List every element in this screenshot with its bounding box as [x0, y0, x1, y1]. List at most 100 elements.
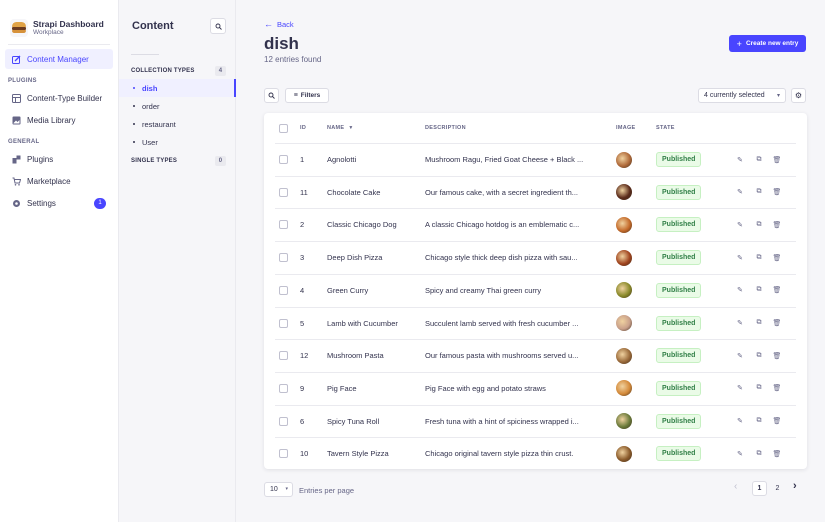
dish-image-thumbnail — [616, 347, 632, 364]
row-id: 5 — [300, 318, 305, 328]
next-page-button[interactable]: › — [793, 480, 797, 492]
edit-icon[interactable]: ✎ — [735, 319, 745, 327]
create-new-entry-button[interactable]: + Create new entry — [729, 35, 806, 52]
table-row[interactable]: 4 Green Curry Spicy and creamy Thai green … — [264, 273, 807, 307]
search-icon — [268, 92, 275, 99]
column-name[interactable]: NAME ▼ — [327, 113, 354, 143]
column-description[interactable]: DESCRIPTION — [425, 113, 466, 143]
duplicate-icon[interactable]: ⧉ — [754, 384, 764, 392]
dish-image-thumbnail — [616, 282, 632, 299]
duplicate-icon[interactable]: ⧉ — [754, 254, 764, 262]
sub-nav-item-restaurant[interactable]: restaurant — [119, 115, 235, 133]
filters-button[interactable]: ≡ Filters — [285, 88, 329, 103]
nav-item-content-manager[interactable]: Content Manager — [5, 49, 113, 69]
trash-icon[interactable]: 🗑 — [772, 450, 782, 458]
row-checkbox[interactable] — [279, 285, 288, 295]
table-row[interactable]: 9 Pig Face Pig Face with egg and potato st… — [264, 371, 807, 405]
row-checkbox[interactable] — [279, 220, 288, 230]
row-id: 9 — [300, 383, 305, 393]
column-id[interactable]: ID — [300, 113, 306, 143]
nav-item-settings[interactable]: Settings 1 — [5, 193, 113, 213]
select-all-checkbox[interactable] — [279, 123, 288, 133]
sub-nav-item-user[interactable]: User — [119, 133, 235, 151]
row-id: 2 — [300, 220, 305, 230]
nav-item-media-library[interactable]: Media Library — [5, 110, 113, 130]
sub-nav-search-button[interactable] — [210, 18, 226, 34]
back-label: Back — [277, 19, 294, 29]
collection-types-count: 4 — [215, 66, 226, 76]
trash-icon[interactable]: 🗑 — [772, 188, 782, 196]
table-row[interactable]: 1 Agnolotti Mushroom Ragu, Fried Goat Chee… — [264, 143, 807, 176]
single-types-label: SINGLE TYPES — [131, 158, 178, 164]
nav-item-content-type-builder[interactable]: Content-Type Builder — [5, 88, 113, 108]
duplicate-icon[interactable]: ⧉ — [754, 319, 764, 327]
edit-icon[interactable]: ✎ — [735, 286, 745, 294]
brand-title: Strapi Dashboard — [33, 19, 104, 29]
edit-icon[interactable]: ✎ — [735, 156, 745, 164]
edit-icon[interactable]: ✎ — [735, 188, 745, 196]
duplicate-icon[interactable]: ⧉ — [754, 188, 764, 196]
gear-icon: ⚙ — [794, 91, 803, 100]
edit-icon[interactable]: ✎ — [735, 417, 745, 425]
single-types-header[interactable]: SINGLE TYPES 0 — [119, 156, 235, 166]
row-checkbox[interactable] — [279, 253, 288, 263]
duplicate-icon[interactable]: ⧉ — [754, 156, 764, 164]
row-checkbox[interactable] — [279, 449, 288, 459]
row-checkbox[interactable] — [279, 416, 288, 426]
edit-icon[interactable]: ✎ — [735, 450, 745, 458]
nav-item-marketplace[interactable]: Marketplace — [5, 171, 113, 191]
table-search-button[interactable] — [264, 88, 279, 103]
duplicate-icon[interactable]: ⧉ — [754, 450, 764, 458]
table-row[interactable]: 6 Spicy Tuna Roll Fresh tuna with a hint o… — [264, 404, 807, 438]
previous-page-button[interactable]: ‹ — [734, 481, 737, 492]
row-checkbox[interactable] — [279, 383, 288, 393]
table-row[interactable]: 10 Tavern Style Pizza Chicago original tav… — [264, 437, 807, 470]
table-row[interactable]: 2 Classic Chicago Dog A classic Chicago ho… — [264, 208, 807, 241]
duplicate-icon[interactable]: ⧉ — [754, 417, 764, 425]
plus-icon: + — [736, 38, 742, 49]
collection-types-header[interactable]: COLLECTION TYPES 4 — [119, 66, 235, 76]
row-checkbox[interactable] — [279, 155, 288, 164]
status-badge: Published — [656, 413, 702, 429]
table-row[interactable]: 5 Lamb with Cucumber Succulent lamb served… — [264, 306, 807, 340]
nav-item-plugins[interactable]: Plugins — [5, 149, 113, 169]
table-row[interactable]: 11 Chocolate Cake Our famous cake, with a … — [264, 175, 807, 209]
duplicate-icon[interactable]: ⧉ — [754, 352, 764, 360]
trash-icon[interactable]: 🗑 — [772, 319, 782, 327]
sub-nav-item-dish[interactable]: dish — [119, 79, 236, 97]
layout-icon — [12, 93, 21, 103]
trash-icon[interactable]: 🗑 — [772, 352, 782, 360]
row-checkbox[interactable] — [279, 351, 288, 361]
table-row[interactable]: 3 Deep Dish Pizza Chicago style thick deep… — [264, 241, 807, 274]
page-size-select[interactable]: 10 ▾ — [264, 482, 293, 497]
table-settings-button[interactable]: ⚙ — [791, 88, 806, 103]
trash-icon[interactable]: 🗑 — [772, 286, 782, 294]
edit-icon[interactable]: ✎ — [735, 254, 745, 262]
page-2-button[interactable]: 2 — [770, 481, 785, 496]
row-checkbox[interactable] — [279, 318, 288, 328]
table-row[interactable]: 12 Mushroom Pasta Our famous pasta with mu… — [264, 339, 807, 372]
duplicate-icon[interactable]: ⧉ — [754, 286, 764, 294]
chevron-right-icon: › — [793, 480, 797, 492]
edit-icon[interactable]: ✎ — [735, 221, 745, 229]
trash-icon[interactable]: 🗑 — [772, 221, 782, 229]
row-name: Chocolate Cake — [327, 187, 381, 197]
row-checkbox[interactable] — [279, 187, 288, 197]
page-1-button[interactable]: 1 — [752, 481, 767, 496]
duplicate-icon[interactable]: ⧉ — [754, 221, 764, 229]
columns-select[interactable]: 4 currently selected ▾ — [698, 88, 786, 103]
row-description: Spicy and creamy Thai green curry — [425, 285, 542, 295]
column-state[interactable]: STATE — [656, 113, 675, 143]
edit-icon[interactable]: ✎ — [735, 352, 745, 360]
sub-nav-item-label: dish — [142, 83, 158, 93]
row-description: Our famous cake, with a secret ingredien… — [425, 187, 578, 197]
dish-image-thumbnail — [616, 216, 632, 233]
trash-icon[interactable]: 🗑 — [772, 417, 782, 425]
trash-icon[interactable]: 🗑 — [772, 254, 782, 262]
sub-nav-item-label: User — [142, 137, 158, 147]
back-link[interactable]: ← Back — [264, 19, 294, 29]
trash-icon[interactable]: 🗑 — [772, 156, 782, 164]
edit-icon[interactable]: ✎ — [735, 384, 745, 392]
trash-icon[interactable]: 🗑 — [772, 384, 782, 392]
sub-nav-item-order[interactable]: order — [119, 97, 235, 115]
